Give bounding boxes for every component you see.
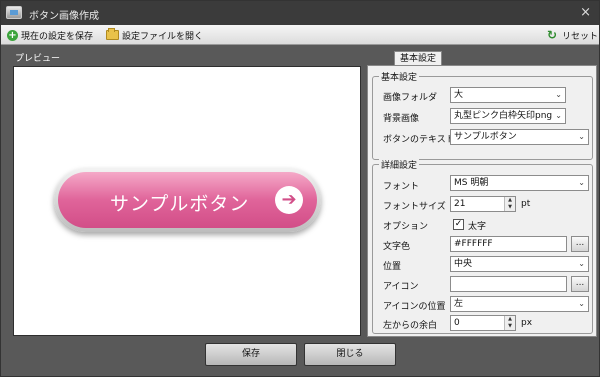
text-color-value: #FFFFFF <box>454 239 493 249</box>
position-label: 位置 <box>383 262 402 272</box>
left-margin-unit: px <box>521 318 533 328</box>
basic-settings-group: 基本設定 画像フォルダ 大 ⌄ 背景画像 丸型ピンク白枠矢印png ⌄ ボタンの… <box>372 70 593 160</box>
icon-position-select[interactable]: 左 ⌄ <box>450 296 589 312</box>
font-size-unit: pt <box>521 199 531 209</box>
preview-area: サンプルボタン ➔ <box>13 66 361 336</box>
button-text-value: サンプルボタン <box>454 132 517 142</box>
button-text-label: ボタンのテキスト <box>383 135 455 145</box>
open-settings-label: 設定ファイルを開く <box>122 31 204 42</box>
settings-panel: 基本設定 画像フォルダ 大 ⌄ 背景画像 丸型ピンク白枠矢印png ⌄ ボタンの… <box>367 65 597 337</box>
save-settings-icon: + <box>7 29 18 41</box>
left-margin-label: 左からの余白 <box>383 321 438 331</box>
open-settings-button[interactable]: 設定ファイルを開く <box>106 28 203 42</box>
icon-browse-button[interactable]: ... <box>571 276 589 292</box>
font-select[interactable]: MS 明朝 ⌄ <box>450 175 589 191</box>
bold-checkbox[interactable]: ✓ <box>453 219 464 230</box>
save-button[interactable]: 保存 <box>205 343 297 366</box>
position-value: 中央 <box>454 259 473 269</box>
preview-label: プレビュー <box>15 54 61 64</box>
detail-settings-title: 詳細設定 <box>379 158 420 171</box>
background-value: 丸型ピンク白枠矢印png <box>454 111 553 121</box>
close-button[interactable]: 閉じる <box>304 343 396 366</box>
text-color-browse-button[interactable]: ... <box>571 236 589 252</box>
spin-arrows-icon[interactable]: ▲ ▼ <box>504 197 515 211</box>
tab-basic-settings[interactable]: 基本設定 <box>394 51 442 66</box>
text-color-label: 文字色 <box>383 242 411 252</box>
toolbar: + 現在の設定を保存 設定ファイルを開く ↻ リセット <box>1 25 599 45</box>
image-folder-value: 大 <box>454 90 464 100</box>
left-margin-value: 0 <box>454 318 460 328</box>
icon-position-label: アイコンの位置 <box>383 302 446 312</box>
font-label: フォント <box>383 182 420 192</box>
reset-icon: ↻ <box>547 28 558 42</box>
chevron-down-icon: ⌄ <box>555 111 562 120</box>
sample-button-text: サンプルボタン <box>110 193 250 215</box>
save-settings-button[interactable]: + 現在の設定を保存 <box>7 28 93 42</box>
reset-button[interactable]: ↻ リセット <box>547 28 598 42</box>
chevron-down-icon: ⌄ <box>578 299 585 308</box>
bold-label: 太字 <box>468 222 487 232</box>
background-label: 背景画像 <box>383 114 420 124</box>
icon-input[interactable] <box>450 276 567 292</box>
font-size-spinner[interactable]: 21 ▲ ▼ <box>450 196 516 212</box>
icon-position-value: 左 <box>454 299 464 309</box>
image-folder-select[interactable]: 大 ⌄ <box>450 87 566 103</box>
dialog-window: ボタン画像作成 × + 現在の設定を保存 設定ファイルを開く ↻ リセット プレ… <box>0 0 600 377</box>
font-size-value: 21 <box>454 199 466 209</box>
close-icon[interactable]: × <box>580 5 591 20</box>
save-settings-label: 現在の設定を保存 <box>21 31 94 42</box>
chevron-down-icon: ⌄ <box>555 90 562 99</box>
spin-arrows-icon[interactable]: ▲ ▼ <box>504 316 515 330</box>
chevron-down-icon: ⌄ <box>578 178 585 187</box>
button-text-select[interactable]: サンプルボタン ⌄ <box>450 129 589 145</box>
basic-settings-title: 基本設定 <box>379 70 420 83</box>
folder-icon <box>106 28 119 40</box>
icon-label: アイコン <box>383 282 419 292</box>
position-select[interactable]: 中央 ⌄ <box>450 256 589 272</box>
left-margin-spinner[interactable]: 0 ▲ ▼ <box>450 315 516 331</box>
window-title: ボタン画像作成 <box>29 11 99 22</box>
options-label: オプション <box>383 222 429 232</box>
chevron-down-icon: ⌄ <box>578 132 585 141</box>
app-icon <box>6 6 22 19</box>
chevron-down-icon: ⌄ <box>578 259 585 268</box>
detail-settings-group: 詳細設定 フォント MS 明朝 ⌄ フォントサイズ 21 ▲ ▼ pt オプション… <box>372 158 593 334</box>
font-value: MS 明朝 <box>454 178 489 188</box>
text-color-input[interactable]: #FFFFFF <box>450 236 567 252</box>
font-size-label: フォントサイズ <box>383 202 446 212</box>
image-folder-label: 画像フォルダ <box>383 93 438 103</box>
background-select[interactable]: 丸型ピンク白枠矢印png ⌄ <box>450 108 566 124</box>
title-bar: ボタン画像作成 × <box>1 1 599 25</box>
reset-label: リセット <box>562 31 599 42</box>
arrow-icon: ➔ <box>275 186 303 214</box>
sample-button-face: サンプルボタン ➔ <box>58 172 317 228</box>
sample-button-image: サンプルボタン ➔ <box>54 168 321 232</box>
